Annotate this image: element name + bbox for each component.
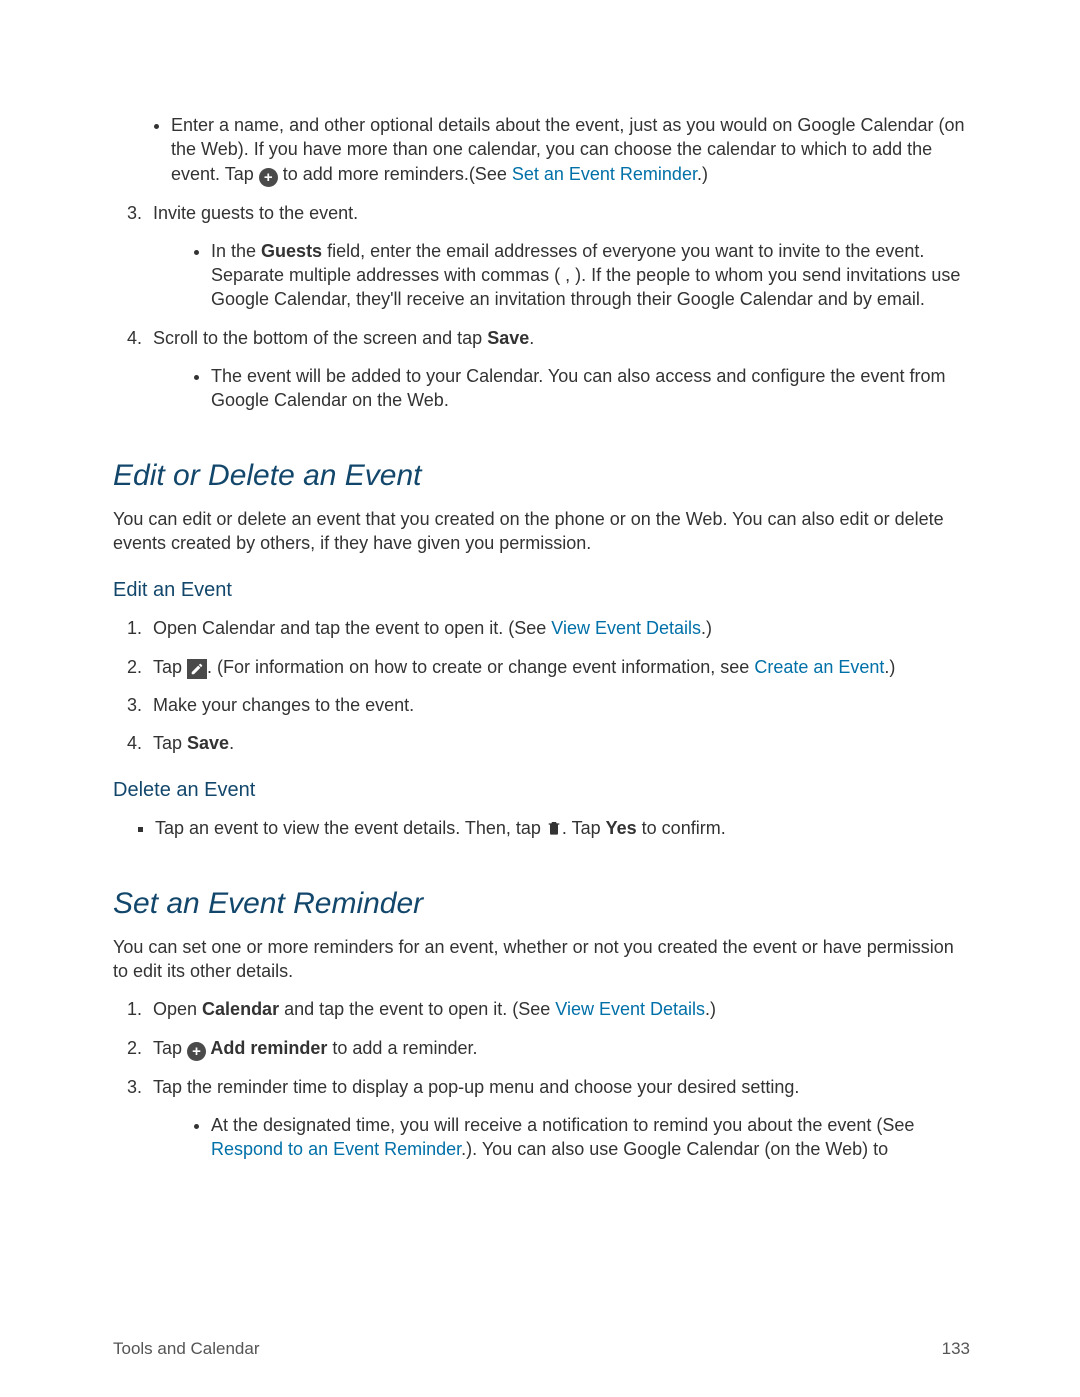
list-item: Open Calendar and tap the event to open …	[147, 616, 970, 640]
text: Open Calendar and tap the event to open …	[153, 618, 551, 638]
numbered-list-top: Invite guests to the event. In the Guest…	[119, 201, 970, 413]
text: Tap an event to view the event details. …	[155, 818, 546, 838]
list-item: Invite guests to the event. In the Guest…	[147, 201, 970, 312]
text: . Tap	[562, 818, 606, 838]
bold-text: Calendar	[202, 999, 279, 1019]
text: Make your changes to the event.	[153, 695, 414, 715]
link-view-event-details[interactable]: View Event Details	[551, 618, 701, 638]
text: .	[529, 328, 534, 348]
list-item: In the Guests field, enter the email add…	[211, 239, 970, 312]
text: Tap	[153, 1038, 187, 1058]
bold-text: Save	[487, 328, 529, 348]
footer-page-number: 133	[942, 1339, 970, 1359]
text: .)	[705, 999, 716, 1019]
text: Scroll to the bottom of the screen and t…	[153, 328, 487, 348]
text: In the	[211, 241, 261, 261]
footer-left: Tools and Calendar	[113, 1339, 259, 1359]
text: Open	[153, 999, 202, 1019]
intro-bullet-list: Enter a name, and other optional details…	[131, 113, 970, 187]
bold-text: Add reminder	[206, 1038, 327, 1058]
text: Invite guests to the event.	[153, 203, 358, 223]
text: Tap	[153, 657, 187, 677]
bold-text: Guests	[261, 241, 322, 261]
page-footer: Tools and Calendar 133	[113, 1339, 970, 1359]
list-item: Tap . (For information on how to create …	[147, 655, 970, 679]
subheading-delete: Delete an Event	[113, 779, 970, 802]
plus-icon	[187, 1042, 206, 1061]
reminder-steps: Open Calendar and tap the event to open …	[119, 997, 970, 1161]
text: . (For information on how to create or c…	[207, 657, 754, 677]
trash-icon	[546, 819, 562, 837]
text: field, enter the email addresses of ever…	[211, 241, 960, 310]
intro-text: You can set one or more reminders for an…	[113, 935, 970, 984]
delete-list: Tap an event to view the event details. …	[131, 816, 970, 840]
link-set-event-reminder[interactable]: Set an Event Reminder	[512, 164, 697, 184]
text: to confirm.	[637, 818, 726, 838]
link-respond-reminder[interactable]: Respond to an Event Reminder	[211, 1139, 461, 1159]
list-item: Tap the reminder time to display a pop-u…	[147, 1075, 970, 1162]
page-content: Enter a name, and other optional details…	[0, 0, 1080, 1162]
bold-text: Yes	[606, 818, 637, 838]
text: Tap the reminder time to display a pop-u…	[153, 1077, 799, 1097]
text: .	[229, 733, 234, 753]
text: .)	[701, 618, 712, 638]
text: .)	[697, 164, 708, 184]
list-item: Scroll to the bottom of the screen and t…	[147, 326, 970, 413]
text: to add more reminders.(See	[278, 164, 512, 184]
list-item: Tap Save.	[147, 731, 970, 755]
text: At the designated time, you will receive…	[211, 1115, 914, 1135]
list-item: At the designated time, you will receive…	[211, 1113, 970, 1162]
text: and tap the event to open it. (See	[279, 999, 555, 1019]
list-item: Open Calendar and tap the event to open …	[147, 997, 970, 1021]
edit-steps: Open Calendar and tap the event to open …	[119, 616, 970, 755]
intro-text: You can edit or delete an event that you…	[113, 507, 970, 556]
list-item: Make your changes to the event.	[147, 693, 970, 717]
list-item: Enter a name, and other optional details…	[171, 113, 970, 187]
list-item: Tap an event to view the event details. …	[155, 816, 970, 840]
list-item: The event will be added to your Calendar…	[211, 364, 970, 413]
sub-list: In the Guests field, enter the email add…	[171, 239, 970, 312]
sub-list: The event will be added to your Calendar…	[171, 364, 970, 413]
plus-icon	[259, 168, 278, 187]
text: to add a reminder.	[327, 1038, 477, 1058]
pencil-icon	[187, 659, 207, 679]
list-item: Tap Add reminder to add a reminder.	[147, 1036, 970, 1061]
text: The event will be added to your Calendar…	[211, 366, 945, 410]
text: Tap	[153, 733, 187, 753]
heading-set-reminder: Set an Event Reminder	[113, 887, 970, 921]
link-view-event-details[interactable]: View Event Details	[555, 999, 705, 1019]
subheading-edit: Edit an Event	[113, 579, 970, 602]
sub-list: At the designated time, you will receive…	[171, 1113, 970, 1162]
heading-edit-delete: Edit or Delete an Event	[113, 459, 970, 493]
link-create-event[interactable]: Create an Event	[754, 657, 884, 677]
text: .). You can also use Google Calendar (on…	[461, 1139, 888, 1159]
bold-text: Save	[187, 733, 229, 753]
text: .)	[884, 657, 895, 677]
